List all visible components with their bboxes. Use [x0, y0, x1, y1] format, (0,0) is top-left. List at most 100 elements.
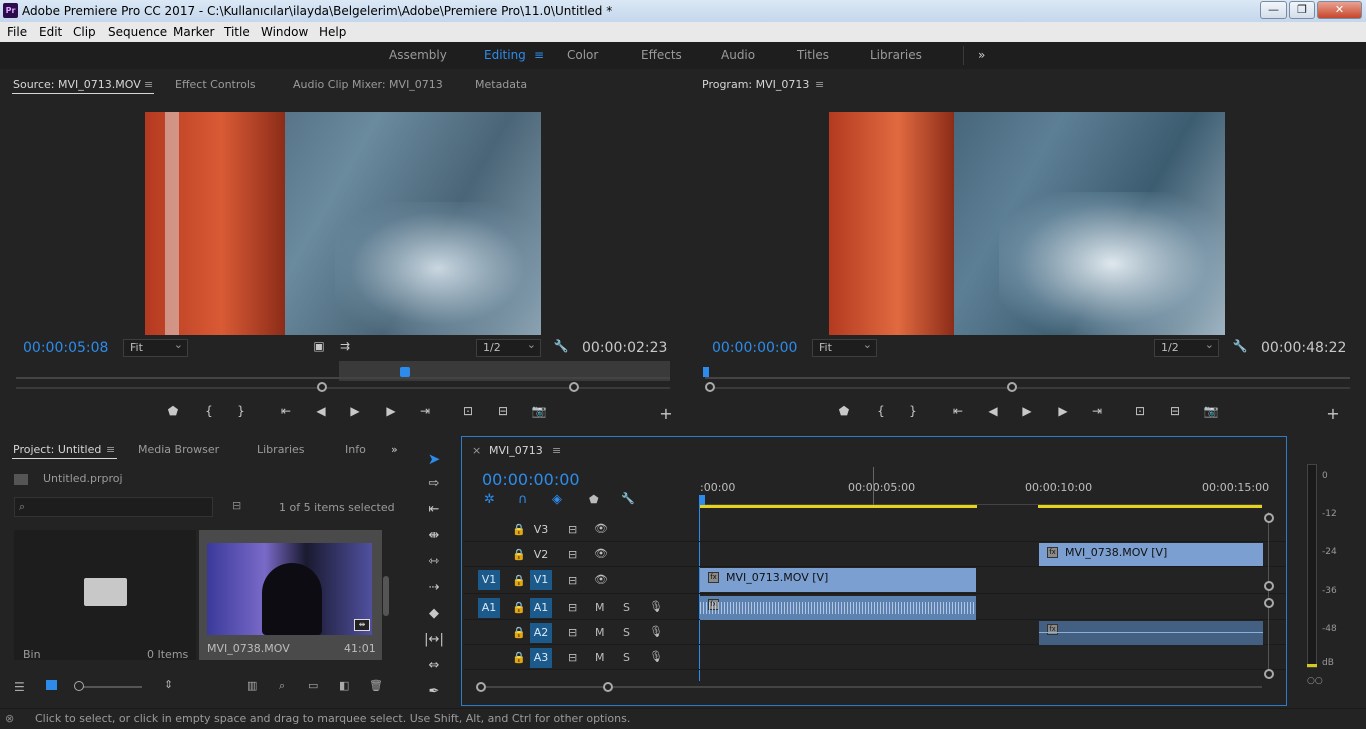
- program-video-frame[interactable]: [829, 112, 1225, 335]
- tab-audio-clip-mixer[interactable]: Audio Clip Mixer: MVI_0713: [293, 78, 443, 91]
- menu-marker[interactable]: Marker: [173, 25, 214, 39]
- source-play-icon[interactable]: ▶: [346, 404, 364, 418]
- find-icon[interactable]: ⌕: [279, 679, 285, 693]
- sync-lock-icon[interactable]: ⊟: [568, 601, 577, 614]
- timeline-time-ruler[interactable]: [700, 497, 1262, 505]
- program-settings-wrench-icon[interactable]: 🔧: [1231, 339, 1249, 353]
- sync-lock-icon[interactable]: ⊟: [568, 574, 577, 587]
- timeline-horizontal-scroll-track[interactable]: [480, 686, 1262, 688]
- ripple-insert-tool-icon[interactable]: ⇢: [424, 580, 444, 595]
- program-play-icon[interactable]: ▶: [1018, 404, 1036, 418]
- tab-source[interactable]: Source: MVI_0713.MOV: [13, 78, 141, 91]
- program-resolution-dropdown[interactable]: 1/2: [1154, 337, 1219, 357]
- vscroll-handle-top[interactable]: [1264, 513, 1274, 523]
- workspace-color[interactable]: Color: [567, 48, 598, 62]
- program-zoom-handle-right[interactable]: [1007, 382, 1017, 392]
- source-go-to-in-icon[interactable]: ⇤: [277, 404, 295, 418]
- pen-tool-icon[interactable]: ✒: [424, 684, 444, 699]
- sort-icons-icon[interactable]: ⇕: [164, 678, 173, 691]
- ripple-edit-tool-icon[interactable]: ⇤: [424, 502, 444, 517]
- program-export-frame-icon[interactable]: 📷: [1202, 404, 1220, 418]
- linked-selection-icon[interactable]: ◈: [552, 492, 562, 507]
- source-time-ruler[interactable]: [16, 377, 670, 379]
- lock-icon[interactable]: 🔒: [512, 548, 526, 561]
- nest-toggle-icon[interactable]: ✲: [484, 492, 495, 507]
- bin-item[interactable]: Bin 0 Items: [14, 530, 196, 661]
- source-zoom-handle-left[interactable]: [317, 382, 327, 392]
- source-step-back-icon[interactable]: ◀: [312, 404, 330, 418]
- project-scrollbar[interactable]: [383, 576, 389, 616]
- selection-tool-icon[interactable]: ➤: [424, 450, 444, 468]
- slip-tool-icon[interactable]: |↔|: [424, 632, 444, 647]
- new-search-bin-icon[interactable]: ⊟: [232, 499, 241, 512]
- tab-program[interactable]: Program: MVI_0713: [702, 78, 809, 91]
- source-zoom-handle-right[interactable]: [569, 382, 579, 392]
- track-label-v2[interactable]: V2: [530, 545, 552, 565]
- source-video-frame[interactable]: [145, 112, 541, 335]
- tab-media-browser[interactable]: Media Browser: [138, 443, 219, 456]
- tab-libraries[interactable]: Libraries: [257, 443, 305, 456]
- program-mark-in-icon[interactable]: {: [872, 404, 890, 418]
- close-sequence-icon[interactable]: ×: [472, 444, 481, 457]
- close-button[interactable]: ✕: [1317, 1, 1362, 19]
- lock-icon[interactable]: 🔒: [512, 651, 526, 664]
- drag-audio-icon[interactable]: ⇉: [336, 339, 354, 353]
- tab-sequence-menu-icon[interactable]: ≡: [552, 444, 561, 457]
- lock-icon[interactable]: 🔒: [512, 626, 526, 639]
- program-add-button-icon[interactable]: +: [1324, 404, 1342, 423]
- workspace-audio[interactable]: Audio: [721, 48, 755, 62]
- slide-tool-icon[interactable]: ⇔: [424, 658, 444, 673]
- vscroll-handle-v-bottom[interactable]: [1264, 581, 1274, 591]
- track-select-tool-icon[interactable]: ⇨: [424, 476, 444, 491]
- mute-button[interactable]: M: [595, 651, 605, 664]
- clip-a1-audio[interactable]: fx: [700, 596, 976, 620]
- source-patch-v1[interactable]: V1: [478, 570, 500, 590]
- extract-icon[interactable]: ⊟: [1166, 404, 1184, 418]
- menu-edit[interactable]: Edit: [39, 25, 62, 39]
- clip-v1-mvi-0713[interactable]: fx MVI_0713.MOV [V]: [700, 568, 976, 592]
- minimize-button[interactable]: —: [1260, 1, 1287, 19]
- program-step-back-icon[interactable]: ◀: [984, 404, 1002, 418]
- insert-icon[interactable]: ⊡: [459, 404, 477, 418]
- tab-sequence[interactable]: MVI_0713: [489, 444, 543, 457]
- source-fit-dropdown[interactable]: Fit: [123, 337, 188, 357]
- workspace-menu-icon[interactable]: ≡: [534, 48, 544, 62]
- source-settings-wrench-icon[interactable]: 🔧: [552, 339, 570, 353]
- project-search-input[interactable]: ⌕: [14, 497, 213, 517]
- workspace-effects[interactable]: Effects: [641, 48, 682, 62]
- sync-lock-icon[interactable]: ⊟: [568, 651, 577, 664]
- sync-lock-icon[interactable]: ⊟: [568, 626, 577, 639]
- program-add-marker-icon[interactable]: ⬟: [835, 404, 853, 418]
- program-time-ruler[interactable]: [705, 377, 1350, 379]
- lift-icon[interactable]: ⊡: [1131, 404, 1149, 418]
- zoom-slider[interactable]: [78, 686, 142, 688]
- track-label-a1[interactable]: A1: [530, 598, 552, 618]
- new-bin-icon[interactable]: ▭: [308, 679, 318, 692]
- program-timecode[interactable]: 00:00:00:00: [712, 340, 797, 356]
- tab-project[interactable]: Project: Untitled: [13, 443, 101, 456]
- workspace-libraries[interactable]: Libraries: [870, 48, 922, 62]
- program-step-forward-icon[interactable]: ▶: [1054, 404, 1072, 418]
- source-resolution-dropdown[interactable]: 1/2: [476, 337, 541, 357]
- track-label-a2[interactable]: A2: [530, 623, 552, 643]
- snap-icon[interactable]: ∩: [518, 492, 528, 507]
- meter-solo-buttons[interactable]: ○○: [1307, 676, 1323, 686]
- workspace-editing[interactable]: Editing: [484, 48, 526, 62]
- sync-lock-icon[interactable]: ⊟: [568, 548, 577, 561]
- clip-item-mvi-0738[interactable]: ⇹ MVI_0738.MOV 41:01: [199, 530, 382, 660]
- menu-sequence[interactable]: Sequence: [108, 25, 167, 39]
- source-mark-in-icon[interactable]: {: [200, 404, 218, 418]
- tab-program-menu-icon[interactable]: ≡: [815, 78, 824, 91]
- source-mark-out-icon[interactable]: }: [232, 404, 250, 418]
- sync-lock-icon[interactable]: ⊟: [568, 523, 577, 536]
- clip-v2-mvi-0738[interactable]: fx MVI_0738.MOV [V]: [1039, 543, 1263, 566]
- more-workspaces-icon[interactable]: »: [978, 48, 985, 62]
- list-view-icon[interactable]: ☰: [14, 680, 25, 694]
- solo-button[interactable]: S: [623, 651, 630, 664]
- razor-tool-icon[interactable]: ◆: [424, 606, 444, 621]
- program-mark-out-icon[interactable]: }: [904, 404, 922, 418]
- voice-over-mic-icon[interactable]: 🎙: [649, 625, 663, 638]
- hscroll-handle-right[interactable]: [603, 682, 613, 692]
- program-go-to-out-icon[interactable]: ⇥: [1088, 404, 1106, 418]
- lock-icon[interactable]: 🔒: [512, 601, 526, 614]
